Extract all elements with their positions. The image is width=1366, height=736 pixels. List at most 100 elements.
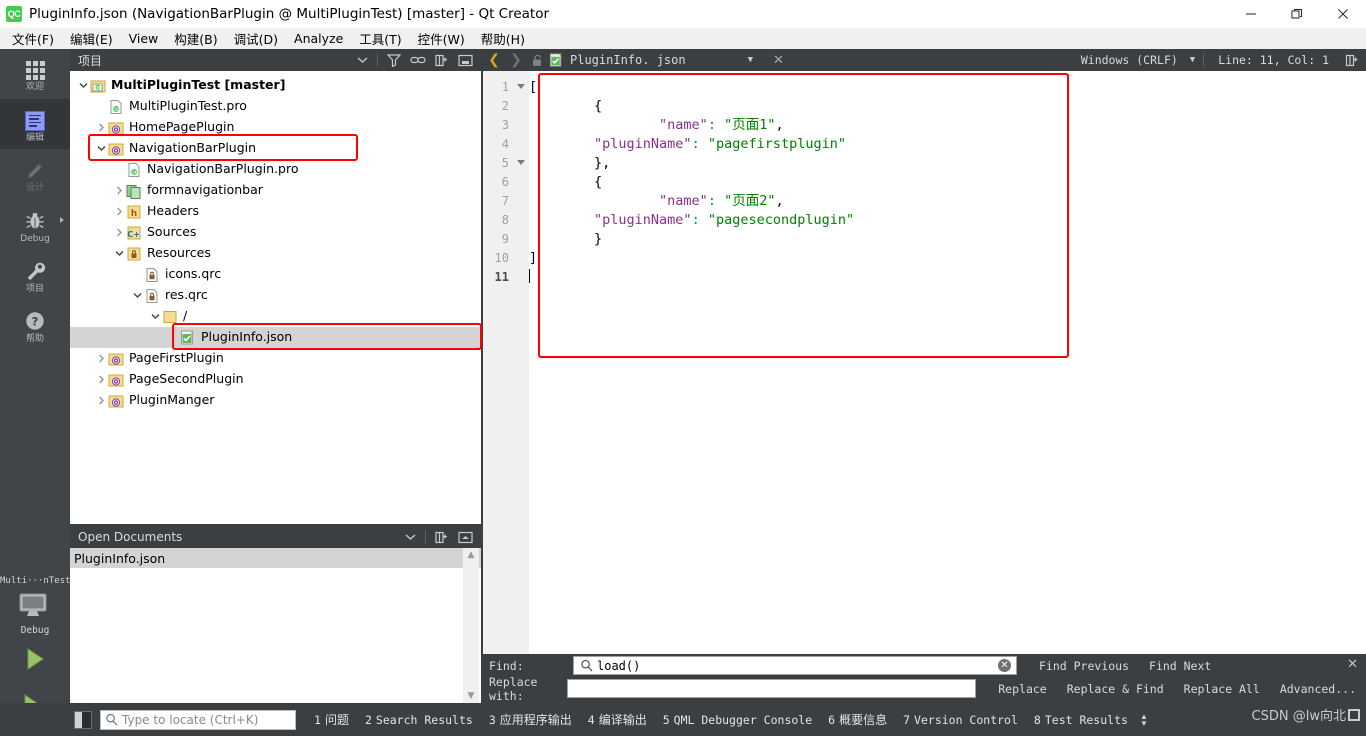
output-pane-button[interactable]: 7 Version Control <box>895 713 1026 727</box>
tree-item[interactable]: h Headers <box>70 201 481 222</box>
output-pane-button[interactable]: 3 应用程序输出 <box>481 711 580 728</box>
replace-input-wrap[interactable] <box>566 679 977 698</box>
chevron-down-icon[interactable] <box>405 533 416 541</box>
replace-input[interactable] <box>573 681 976 696</box>
tree-item[interactable]: PluginManger <box>70 390 481 411</box>
chevron-right-icon[interactable] <box>94 121 108 135</box>
mode-debug[interactable]: Debug <box>0 199 70 249</box>
chevron-down-icon[interactable] <box>94 142 108 156</box>
tree-item[interactable]: HomePagePlugin <box>70 117 481 138</box>
menu-widgets[interactable]: 控件(W) <box>410 27 473 50</box>
link-icon[interactable] <box>410 54 426 66</box>
close-tab-icon[interactable]: ✕ <box>773 53 784 68</box>
replace-all-button[interactable]: Replace All <box>1174 682 1270 696</box>
output-pane-label: Test Results <box>1044 712 1128 727</box>
output-pane-updown-icon[interactable]: ▲ ▼ <box>1140 712 1148 727</box>
chevron-right-icon[interactable] <box>94 373 108 387</box>
kit-target-button[interactable] <box>0 586 70 628</box>
output-pane-button[interactable]: 6 概要信息 <box>820 711 895 728</box>
find-input-wrap[interactable]: ✕ <box>573 656 1017 675</box>
menu-analyze[interactable]: Analyze <box>286 29 351 48</box>
close-panel-icon[interactable] <box>458 531 473 544</box>
tree-item[interactable]: res.qrc <box>70 285 481 306</box>
output-pane-button[interactable]: 2 Search Results <box>357 713 481 727</box>
replace-button[interactable]: Replace <box>988 682 1056 696</box>
chevron-down-icon[interactable] <box>76 79 90 93</box>
mode-help[interactable]: ? 帮助 <box>0 299 70 349</box>
menu-tools[interactable]: 工具(T) <box>351 27 409 50</box>
split-editor-icon[interactable] <box>1345 54 1360 67</box>
chevron-down-icon[interactable]: ▼ <box>748 55 753 65</box>
output-pane-button[interactable]: 1 问题 <box>306 711 357 728</box>
menu-edit[interactable]: 编辑(E) <box>62 27 121 50</box>
code-content[interactable]: [ { "name": "页面1", "pluginName": "pagefi… <box>529 71 1366 654</box>
tree-item[interactable]: PageFirstPlugin <box>70 348 481 369</box>
output-pane-button[interactable]: 4 编译输出 <box>580 711 655 728</box>
find-input[interactable] <box>597 658 998 673</box>
minimize-button[interactable] <box>1228 0 1274 28</box>
find-previous-button[interactable]: Find Previous <box>1029 659 1139 673</box>
tree-item[interactable]: NavigationBarPlugin <box>70 138 481 159</box>
minimize-panel-icon[interactable] <box>458 54 473 67</box>
mode-edit[interactable]: 编辑 <box>0 99 70 149</box>
chevron-right-icon[interactable] <box>112 226 126 240</box>
open-documents-scrollbar[interactable]: ▲ ▼ <box>463 548 479 703</box>
mode-design[interactable]: 设计 <box>0 149 70 199</box>
chevron-down-icon[interactable] <box>112 247 126 261</box>
tree-item[interactable]: Resources <box>70 243 481 264</box>
unlocked-padlock-icon[interactable] <box>527 54 547 67</box>
chevron-right-icon[interactable] <box>112 184 126 198</box>
tree-item[interactable]: icons.qrc <box>70 264 481 285</box>
menu-help[interactable]: 帮助(H) <box>473 27 533 50</box>
kit-name-label[interactable]: Multi···nTest <box>0 576 70 586</box>
advanced-button[interactable]: Advanced... <box>1270 682 1366 696</box>
chevron-down-icon[interactable] <box>357 56 368 64</box>
output-pane-button[interactable]: 5 QML Debugger Console <box>655 713 820 727</box>
clear-find-icon[interactable]: ✕ <box>998 659 1011 672</box>
navigate-back-button[interactable]: ❮ <box>483 52 505 68</box>
menu-view[interactable]: View <box>121 29 167 48</box>
code-editor[interactable]: 1 2 3 4 5 6 7 8 9 10 11 [ { "name": "页面1", "plugin… <box>483 71 1366 654</box>
filter-icon[interactable] <box>387 53 401 67</box>
fold-marker-icon[interactable] <box>517 160 525 165</box>
tree-item[interactable]: Qt NavigationBarPlugin.pro <box>70 159 481 180</box>
open-document-item[interactable]: PluginInfo.json <box>70 548 481 568</box>
split-icon[interactable] <box>435 531 449 544</box>
editor-file-tab[interactable]: PluginInfo. json ▼ ✕ <box>547 53 784 68</box>
tree-item[interactable]: Qt MultiPluginTest [master] <box>70 75 481 96</box>
close-find-bar-icon[interactable]: ✕ <box>1347 657 1358 672</box>
debug-submenu-arrow-icon[interactable] <box>60 217 64 223</box>
navigate-forward-button[interactable]: ❯ <box>505 52 527 68</box>
chevron-down-icon[interactable] <box>130 289 144 303</box>
fold-marker-icon[interactable] <box>517 84 525 89</box>
tree-item[interactable]: PageSecondPlugin <box>70 369 481 390</box>
split-icon[interactable] <box>435 54 449 67</box>
mode-projects[interactable]: 项目 <box>0 249 70 299</box>
tree-item[interactable]: Qt MultiPluginTest.pro <box>70 96 481 117</box>
scroll-down-icon[interactable]: ▼ <box>468 689 475 703</box>
menu-debug[interactable]: 调试(D) <box>226 27 286 50</box>
maximize-button[interactable] <box>1274 0 1320 28</box>
tree-item[interactable]: formnavigationbar <box>70 180 481 201</box>
toggle-sidebar-icon[interactable] <box>74 710 92 729</box>
run-button[interactable] <box>0 636 70 682</box>
chevron-down-icon[interactable] <box>148 310 162 324</box>
find-next-button[interactable]: Find Next <box>1139 659 1221 673</box>
tree-item[interactable]: PluginInfo.json <box>70 327 481 348</box>
replace-and-find-button[interactable]: Replace & Find <box>1057 682 1174 696</box>
chevron-right-icon[interactable] <box>112 205 126 219</box>
locator-input-wrap[interactable]: Type to locate (Ctrl+K) <box>100 709 296 730</box>
close-button[interactable] <box>1320 0 1366 28</box>
tree-item[interactable]: C+ Sources <box>70 222 481 243</box>
chevron-right-icon[interactable] <box>94 352 108 366</box>
menu-file[interactable]: 文件(F) <box>4 27 62 50</box>
output-pane-button[interactable]: 8 Test Results <box>1026 713 1136 727</box>
menu-build[interactable]: 构建(B) <box>166 27 225 50</box>
scroll-up-icon[interactable]: ▲ <box>468 548 475 562</box>
line-ending-label[interactable]: Windows (CRLF) <box>1075 53 1184 67</box>
chevron-down-icon[interactable]: ▼ <box>1190 55 1195 65</box>
tree-item[interactable]: / <box>70 306 481 327</box>
chevron-right-icon[interactable] <box>94 394 108 408</box>
mode-welcome[interactable]: 欢迎 <box>0 49 70 99</box>
